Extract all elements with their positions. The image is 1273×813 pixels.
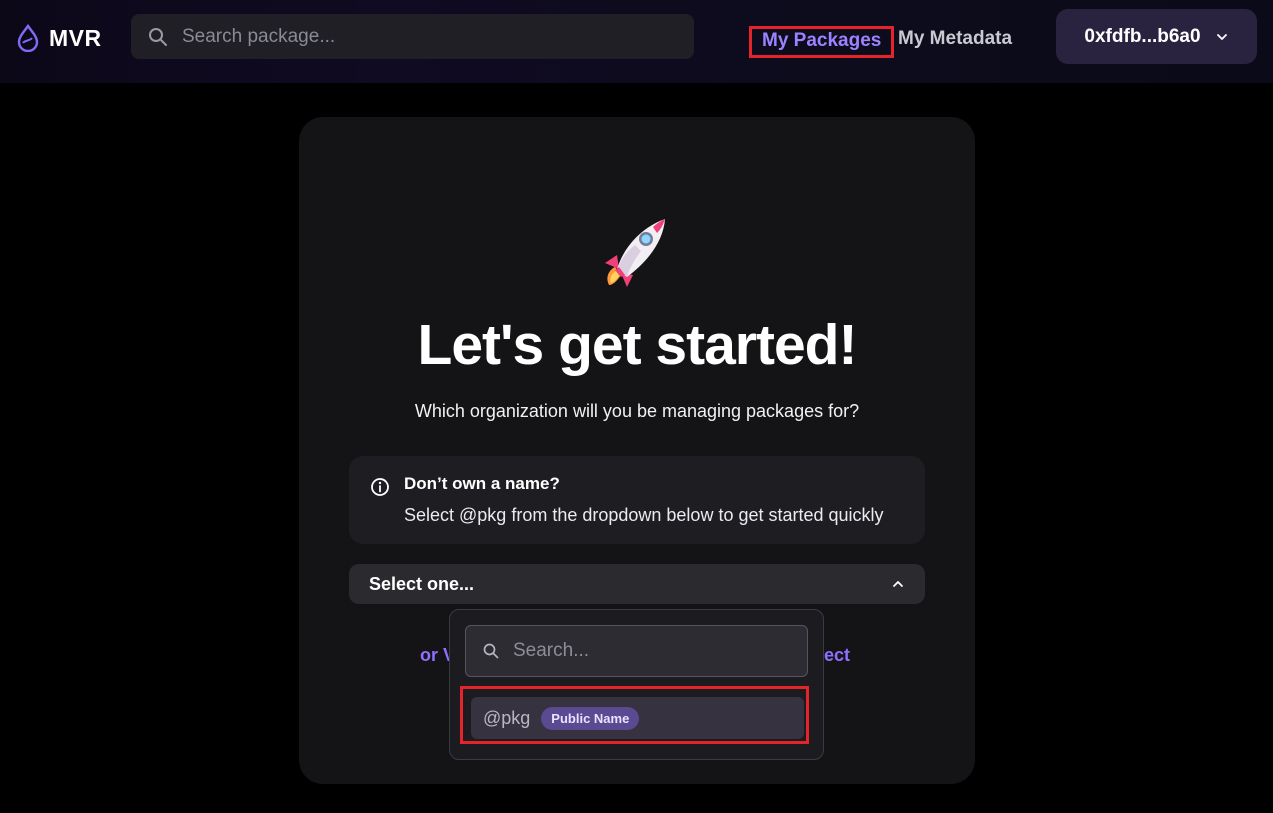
dropdown-option-pkg[interactable]: @pkg Public Name: [471, 697, 804, 739]
page-subtitle: Which organization will you be managing …: [414, 401, 860, 421]
nav-my-metadata[interactable]: My Metadata: [898, 28, 1012, 50]
package-search-input[interactable]: [180, 24, 664, 49]
search-icon: [483, 643, 499, 659]
info-icon: [371, 478, 389, 496]
wallet-account-button[interactable]: 0xfdfb...b6a0: [1056, 9, 1257, 64]
wallet-address: 0xfdfb...b6a0: [1084, 25, 1201, 47]
nav-my-packages[interactable]: My Packages: [749, 26, 895, 58]
droplet-logo-icon: [17, 24, 39, 52]
top-navigation-bar: MVR My Packages My Metadata 0xfdfb...b6a…: [0, 0, 1273, 83]
rocket-icon: [605, 219, 665, 287]
option-name: @pkg: [483, 707, 531, 728]
dropdown-search-input[interactable]: [511, 639, 795, 663]
organization-select[interactable]: Select one...: [349, 564, 925, 604]
chevron-down-icon: [1216, 33, 1227, 40]
highlighted-option-frame: @pkg Public Name: [460, 686, 809, 744]
logo-text: MVR: [49, 24, 102, 51]
info-box: Don’t own a name? Select @pkg from the d…: [349, 456, 925, 544]
public-name-badge: Public Name: [541, 706, 640, 730]
mvr-logo[interactable]: MVR: [16, 24, 102, 52]
info-heading: Don’t own a name?: [404, 474, 560, 493]
organization-dropdown-menu: @pkg Public Name: [449, 609, 824, 760]
dropdown-search-box[interactable]: [465, 625, 808, 677]
select-placeholder: Select one...: [369, 574, 475, 594]
info-text: Select @pkg from the dropdown below to g…: [404, 505, 884, 525]
chevron-up-icon: [893, 581, 903, 587]
package-search-bar[interactable]: [131, 14, 694, 59]
search-icon: [149, 27, 167, 46]
page-title: Let's get started!: [417, 313, 858, 377]
